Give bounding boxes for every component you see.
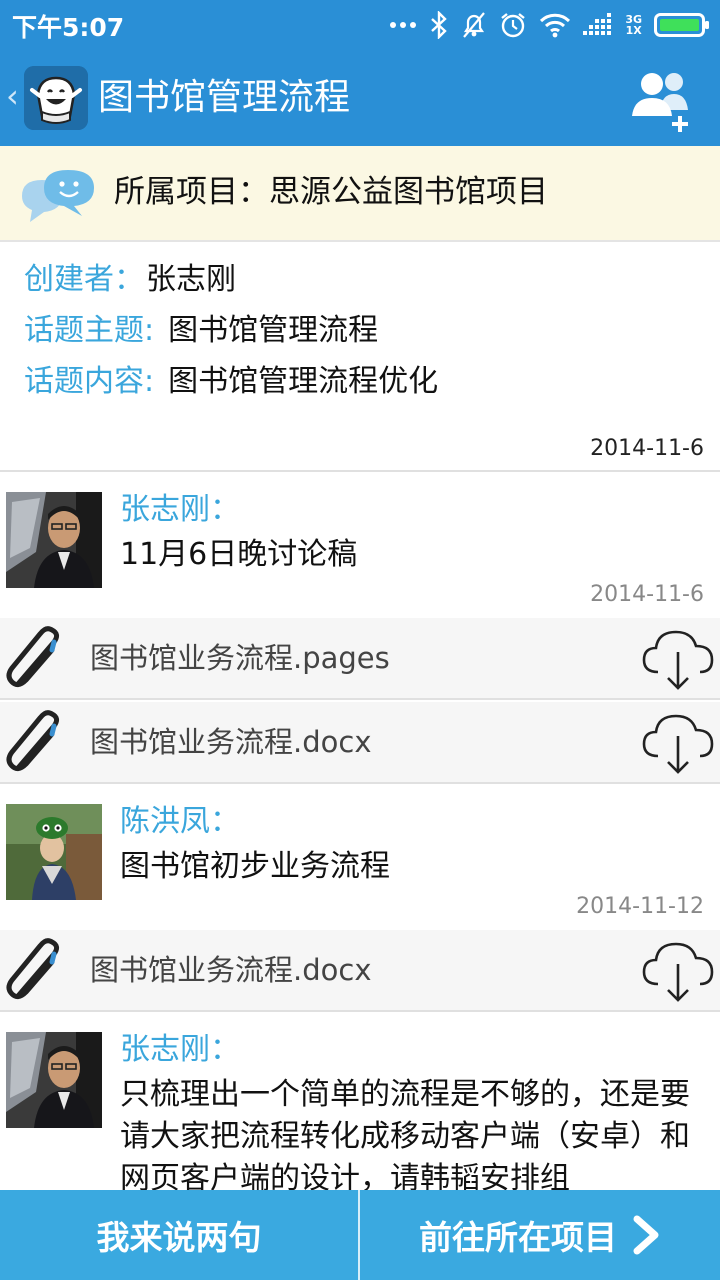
creator-row: 创建者：张志刚 [24,260,236,300]
comment-author: 陈洪凤： [120,804,240,839]
status-time: 下午5:07 [12,13,125,42]
paperclip-icon [6,710,60,772]
battery-icon [654,13,709,37]
cloud-download-icon[interactable] [640,936,716,1006]
subject-row: 话题主题: 图书馆管理流程 [24,311,378,351]
avatar[interactable] [6,492,102,588]
status-bar: 下午5:07 3G 1X [0,0,720,50]
add-member-button[interactable] [626,64,700,134]
comment-text: 11月6日晚讨论稿 [120,537,358,572]
app-logo[interactable] [24,66,88,130]
comment-item: 陈洪凤： 图书馆初步业务流程 2014-11-12 [0,786,720,930]
attachment-name: 图书馆业务流程.pages [90,641,390,675]
reply-button[interactable]: 我来说两句 [0,1190,358,1280]
chevron-left-icon[interactable]: ‹ [6,80,19,112]
content-value: 图书馆管理流程优化 [168,364,439,399]
cloud-download-icon[interactable] [640,624,716,694]
more-dots-icon [390,22,417,28]
title-bar: ‹ 图书馆管理流程 [0,50,720,146]
paperclip-icon [6,626,60,688]
attachment-name: 图书馆业务流程.docx [90,953,372,987]
subject-value: 图书馆管理流程 [168,313,379,348]
signal-icon [583,13,612,35]
attachment-name: 图书馆业务流程.docx [90,725,372,759]
network-type: 3G 1X [625,14,642,36]
creator-key: 创建者： [24,262,144,297]
comment-author: 张志刚： [120,492,240,527]
avatar-photo-icon [6,492,102,588]
app-logo-mascot-icon [24,66,88,130]
status-icons: 3G 1X [389,8,710,42]
subject-key: 话题主题: [24,313,155,348]
content-key: 话题内容: [24,364,155,399]
avatar-photo-icon [6,804,102,900]
attachment-item[interactable]: 图书馆业务流程.docx [0,702,720,784]
avatar-photo-icon [6,1032,102,1128]
page-title: 图书馆管理流程 [98,77,351,118]
add-member-icon [632,73,688,132]
project-banner[interactable]: 所属项目：思源公益图书馆项目 [0,146,720,242]
bottom-bar: 我来说两句 前往所在项目 [0,1190,720,1280]
attachment-item[interactable]: 图书馆业务流程.docx [0,930,720,1012]
cloud-download-icon[interactable] [640,708,716,778]
project-label: 所属项目：思源公益图书馆项目 [114,174,548,210]
reply-button-label: 我来说两句 [96,1218,262,1257]
paperclip-icon [6,938,60,1000]
comment-text: 只梳理出一个简单的流程是不够的，还是要请大家把流程转化成移动客户端（安卓）和网页… [120,1077,690,1190]
notifications-off-icon [463,12,486,38]
comment-item: 张志刚： 11月6日晚讨论稿 2014-11-6 [0,474,720,618]
chevron-right-icon [633,1215,659,1255]
comment-text: 图书馆初步业务流程 [120,849,390,884]
alarm-icon [501,13,526,38]
content-row: 话题内容: 图书馆管理流程优化 [24,362,438,402]
goto-project-button[interactable]: 前往所在项目 [360,1190,720,1280]
avatar[interactable] [6,1032,102,1128]
comment-item: 张志刚： 只梳理出一个简单的流程是不够的，还是要请大家把流程转化成移动客户端（安… [0,1014,720,1190]
goto-project-label: 前往所在项目 [419,1218,617,1257]
topic-date: 2014-11-6 [590,436,704,461]
attachment-item[interactable]: 图书馆业务流程.pages [0,618,720,700]
network-type-bottom: 1X [625,24,642,37]
avatar[interactable] [6,804,102,900]
comment-author: 张志刚： [120,1032,240,1067]
wifi-icon [540,13,571,38]
topic-info: 创建者：张志刚 话题主题: 图书馆管理流程 话题内容: 图书馆管理流程优化 2014… [0,244,720,472]
creator-value: 张志刚 [146,262,236,297]
bluetooth-icon [431,11,448,39]
comment-date: 2014-11-12 [576,894,704,919]
chat-bubbles-icon [22,170,94,222]
comment-date: 2014-11-6 [590,582,704,607]
